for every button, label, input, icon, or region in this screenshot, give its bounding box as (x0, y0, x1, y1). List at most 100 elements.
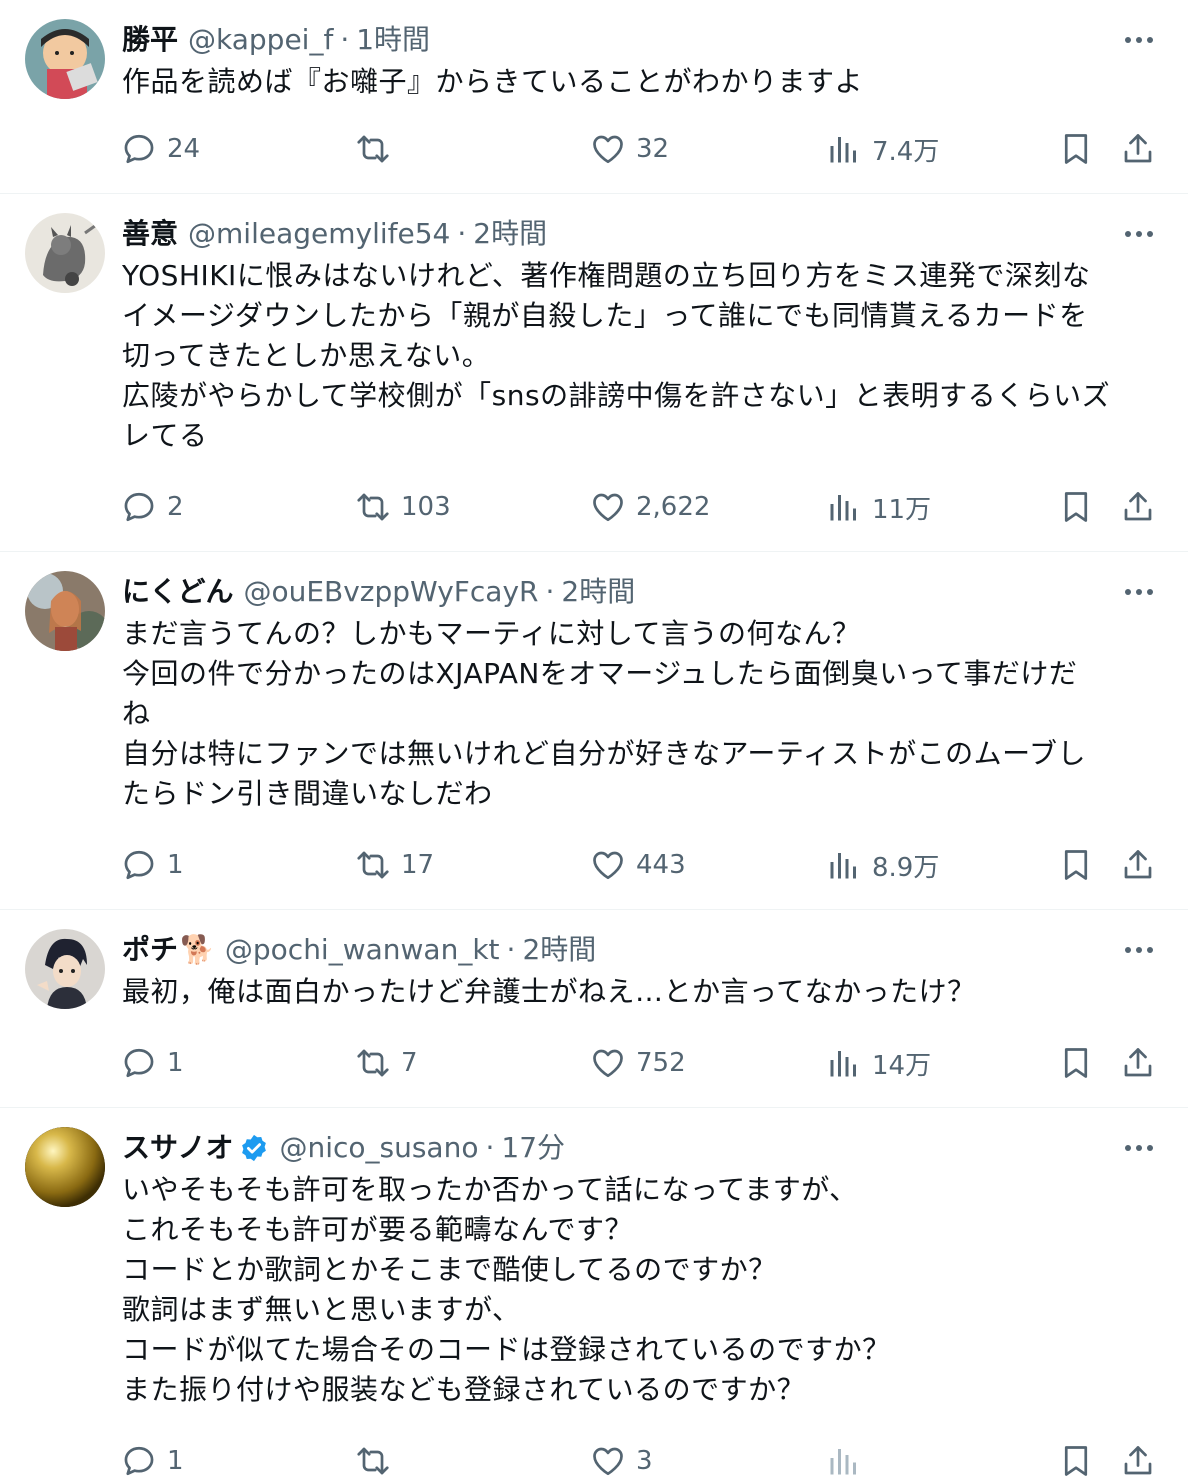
action-bar: 1 17 443 8.9万 (0, 845, 1188, 885)
like-button[interactable]: 2,622 (590, 487, 710, 527)
post-time[interactable]: 2時間 (473, 212, 547, 256)
reply-icon (121, 489, 157, 525)
views-count: 8.9万 (872, 852, 940, 883)
views-button[interactable]: 7.4万 (826, 129, 939, 169)
bookmark-button[interactable] (1058, 1441, 1094, 1481)
reply-button[interactable]: 1 (121, 1043, 184, 1083)
reply-icon (121, 1443, 157, 1479)
repost-count: 103 (401, 492, 451, 522)
avatar[interactable] (25, 213, 105, 293)
display-name[interactable]: 善意 (122, 212, 178, 256)
views-button[interactable]: 11万 (826, 487, 931, 527)
post-time[interactable]: 2時間 (522, 928, 596, 972)
dog-emoji-icon: 🐕 (180, 933, 215, 966)
more-icon[interactable] (1122, 26, 1156, 54)
reply-button[interactable]: 1 (121, 1441, 184, 1481)
repost-icon (355, 489, 391, 525)
action-bar: 1 3 (0, 1441, 1188, 1481)
reply-icon (121, 1045, 157, 1081)
separator-dot: · (545, 575, 555, 608)
reply-count: 1 (167, 850, 184, 880)
repost-button[interactable]: 17 (355, 845, 434, 885)
bookmark-icon (1058, 1443, 1094, 1479)
bookmark-button[interactable] (1058, 129, 1094, 169)
display-name[interactable]: にくどん (122, 570, 233, 614)
post-time[interactable]: 17分 (501, 1126, 565, 1170)
user-handle[interactable]: @mileagemylife54 (188, 212, 450, 256)
reply-count: 24 (167, 134, 201, 164)
avatar[interactable] (25, 929, 105, 1009)
post-3[interactable]: にくどん @ouEBvzppWyFcayR · 2時間 まだ言うてんの？しかもマ… (0, 552, 1188, 910)
bookmark-icon (1058, 847, 1094, 883)
repost-button[interactable]: 7 (355, 1043, 418, 1083)
like-button[interactable]: 3 (590, 1441, 653, 1481)
display-name[interactable]: スサノオ (122, 1126, 233, 1170)
reply-button[interactable]: 1 (121, 845, 184, 885)
bookmark-icon (1058, 131, 1094, 167)
repost-count: 7 (401, 1048, 418, 1078)
display-name[interactable]: ポチ (122, 928, 178, 972)
repost-button[interactable]: 103 (355, 487, 451, 527)
share-icon (1120, 1443, 1156, 1479)
post-text: YOSHIKIに恨みはないけれど、著作権問題の立ち回り方をミス連発で深刻な イメ… (122, 259, 1111, 452)
share-button[interactable] (1120, 845, 1156, 885)
views-icon (826, 489, 862, 525)
bookmark-button[interactable] (1058, 845, 1094, 885)
repost-count: 17 (401, 850, 435, 880)
avatar[interactable] (25, 1127, 105, 1207)
bookmark-button[interactable] (1058, 1043, 1094, 1083)
action-bar: 1 7 752 14万 (0, 1043, 1188, 1083)
reply-count: 1 (167, 1446, 184, 1476)
like-button[interactable]: 752 (590, 1043, 686, 1083)
share-icon (1120, 489, 1156, 525)
share-button[interactable] (1120, 1441, 1156, 1481)
post-5[interactable]: スサノオ @nico_susano · 17分 いやそもそも許可を取ったか否かっ… (0, 1108, 1188, 1484)
display-name[interactable]: 勝平 (122, 18, 178, 62)
post-text: いやそもそも許可を取ったか否かって話になってますが、 これそもそも許可が要る範疇… (122, 1173, 891, 1406)
repost-button[interactable] (355, 129, 401, 169)
post-1[interactable]: 勝平 @kappei_f · 1時間 作品を読めば『お囃子』からきていることがわ… (0, 0, 1188, 194)
repost-icon (355, 847, 391, 883)
share-button[interactable] (1120, 1043, 1156, 1083)
user-handle[interactable]: @ouEBvzppWyFcayR (243, 570, 538, 614)
views-count: 11万 (872, 494, 932, 525)
post-time[interactable]: 2時間 (561, 570, 635, 614)
post-text: 作品を読めば『お囃子』からきていることがわかりますよ (122, 65, 864, 98)
views-button[interactable] (826, 1441, 872, 1481)
user-handle[interactable]: @pochi_wanwan_kt (225, 928, 500, 972)
post-4[interactable]: ポチ 🐕 @pochi_wanwan_kt · 2時間 最初，俺は面白かったけど… (0, 910, 1188, 1108)
like-icon (590, 847, 626, 883)
separator-dot: · (485, 1131, 495, 1164)
user-handle[interactable]: @kappei_f (188, 18, 333, 62)
views-icon (826, 1045, 862, 1081)
like-icon (590, 131, 626, 167)
views-icon (826, 1443, 862, 1479)
more-icon[interactable] (1122, 1134, 1156, 1162)
user-handle[interactable]: @nico_susano (279, 1126, 478, 1170)
verified-icon[interactable] (239, 1133, 269, 1163)
bookmark-button[interactable] (1058, 487, 1094, 527)
views-button[interactable]: 14万 (826, 1043, 931, 1083)
like-button[interactable]: 443 (590, 845, 686, 885)
reply-button[interactable]: 24 (121, 129, 200, 169)
views-icon (826, 131, 862, 167)
avatar[interactable] (25, 571, 105, 651)
post-text: まだ言うてんの？しかもマーティに対して言うの何なん？ 今回の件で分かったのはXJ… (122, 617, 1086, 810)
post-header: 善意 @mileagemylife54 · 2時間 (122, 212, 547, 256)
views-button[interactable]: 8.9万 (826, 845, 939, 885)
more-icon[interactable] (1122, 578, 1156, 606)
like-count: 443 (636, 850, 686, 880)
more-icon[interactable] (1122, 936, 1156, 964)
post-header: ポチ 🐕 @pochi_wanwan_kt · 2時間 (122, 928, 596, 972)
reply-button[interactable]: 2 (121, 487, 184, 527)
post-2[interactable]: 善意 @mileagemylife54 · 2時間 YOSHIKIに恨みはないけ… (0, 194, 1188, 552)
avatar[interactable] (25, 19, 105, 99)
share-button[interactable] (1120, 487, 1156, 527)
separator-dot: · (506, 933, 516, 966)
like-button[interactable]: 32 (590, 129, 669, 169)
more-icon[interactable] (1122, 220, 1156, 248)
separator-dot: · (457, 217, 467, 250)
share-button[interactable] (1120, 129, 1156, 169)
post-time[interactable]: 1時間 (356, 18, 430, 62)
repost-button[interactable] (355, 1441, 401, 1481)
